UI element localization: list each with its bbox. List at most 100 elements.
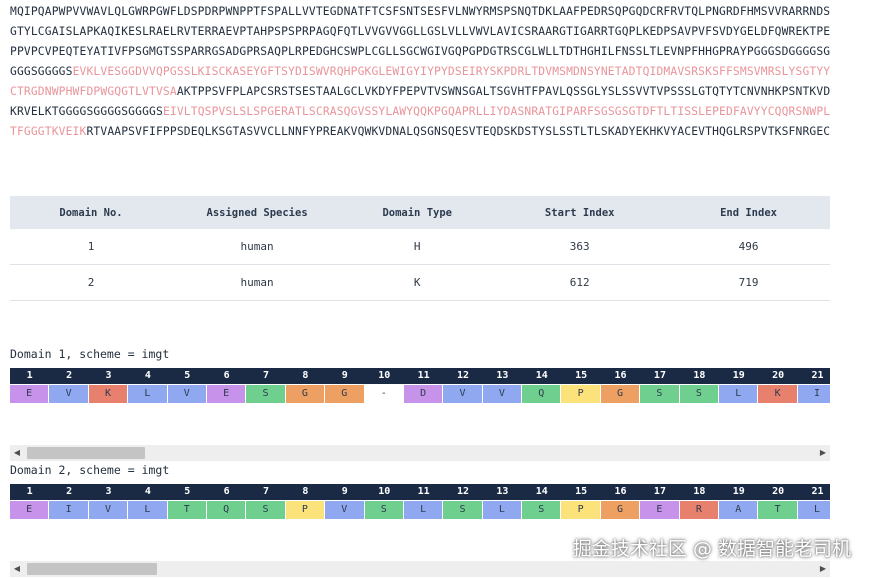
scroll-left-arrow-icon[interactable]: ◀ [10, 445, 24, 461]
position-number: 2 [66, 370, 73, 381]
cell-end-index: 719 [667, 264, 830, 301]
residue-cell: V [167, 385, 206, 403]
residue-cell: K [88, 385, 128, 403]
position-number: 12 [456, 370, 470, 381]
scroll-right-arrow-icon[interactable]: ▶ [816, 561, 830, 577]
residue-cell: E [10, 501, 49, 519]
residue-cell: A [719, 501, 758, 519]
residue-cell: L [128, 501, 167, 519]
residue-cell: V [482, 385, 522, 403]
header-domain-no: Domain No. [59, 206, 123, 219]
position-number: 11 [417, 370, 430, 381]
residue-cell: S [679, 385, 719, 403]
position-number: 19 [732, 486, 745, 497]
position-number: 21 [811, 370, 824, 381]
watermark: 掘金技术社区 @ 数据智能老司机 [572, 538, 851, 560]
position-number: 5 [184, 486, 191, 497]
position-number: 8 [302, 370, 309, 381]
position-number: 8 [302, 486, 309, 497]
residue-cell: G [600, 501, 640, 519]
residue-cell: V [443, 385, 482, 403]
residue-cell: L [403, 501, 443, 519]
position-number: 9 [341, 486, 348, 497]
header-domain-type: Domain Type [382, 206, 452, 219]
residue-cell: L [128, 385, 167, 403]
domain-1-label: Domain 1, scheme = imgt [10, 347, 170, 361]
position-number: 4 [144, 370, 151, 381]
cell-domain-type: H [342, 229, 493, 265]
cell-domain-no: 1 [10, 229, 173, 265]
sequence-plain-3: RTVAAPSVFIFPPSDEQLKSGTASVVCLLNNFYPREAKVQ… [86, 125, 831, 138]
position-number: 11 [417, 486, 430, 497]
residue-cell: S [246, 501, 285, 519]
residue-cell: R [679, 501, 719, 519]
residue-cell: V [325, 501, 364, 519]
cell-domain-no: 2 [10, 264, 173, 301]
residue-cell: L [719, 385, 758, 403]
header-start-index: Start Index [544, 206, 615, 219]
residue-cell: I [49, 501, 88, 519]
residue-cell: S [640, 385, 679, 403]
position-number: 13 [496, 370, 509, 381]
position-number: 16 [614, 370, 627, 381]
cell-start-index: 363 [492, 229, 668, 265]
scroll-right-arrow-icon[interactable]: ▶ [816, 445, 830, 461]
domain-2-alignment-strip[interactable]: 1 2 3 4 5 6 7 8 9 10 11 12 13 14 15 16 17 18 19 20 21 EIVLTQ… [10, 484, 830, 520]
position-number: 20 [772, 370, 785, 381]
cell-end-index: 496 [667, 229, 830, 265]
domain-1-scroll-thumb[interactable] [27, 447, 145, 459]
domain-table: Domain No. Assigned Species Domain Type … [10, 196, 830, 301]
domain-2-residue-row: EIVLTQSPVSLSLSPGERATL [10, 500, 830, 520]
residue-cell: P [561, 501, 600, 519]
residue-cell: K [758, 385, 797, 403]
position-number: 12 [456, 486, 470, 497]
header-assigned-species: Assigned Species [206, 206, 308, 219]
position-number: 2 [66, 486, 73, 497]
residue-cell: E [10, 385, 49, 403]
residue-cell: E [206, 385, 246, 403]
residue-cell: D [403, 385, 443, 403]
domain-1-scrollbar[interactable]: ◀ ▶ [10, 445, 830, 461]
residue-cell: G [600, 385, 640, 403]
domain-1-position-row: 1 2 3 4 5 6 7 8 9 10 11 12 13 14 15 16 17 18 19 20 21 [10, 368, 830, 384]
position-number: 15 [575, 370, 588, 381]
position-number: 19 [732, 370, 745, 381]
residue-cell: Q [206, 501, 246, 519]
position-number: 1 [26, 370, 33, 381]
position-number: 16 [614, 486, 627, 497]
domain-2-scrollbar[interactable]: ◀ ▶ [10, 561, 830, 577]
table-header-row: Domain No. Assigned Species Domain Type … [10, 196, 830, 229]
residue-cell: - [364, 385, 403, 403]
domain-2-position-row: 1 2 3 4 5 6 7 8 9 10 11 12 13 14 15 16 17 18 19 20 21 [10, 484, 830, 500]
position-number: 17 [653, 486, 666, 497]
domain-1-residue-row: EVKLVESGG-DVVQPGSSLKI [10, 384, 830, 404]
position-number: 1 [26, 486, 33, 497]
residue-cell: V [49, 385, 88, 403]
position-number: 21 [811, 486, 824, 497]
position-number: 20 [772, 486, 785, 497]
residue-cell: S [522, 501, 561, 519]
position-number: 14 [535, 370, 548, 381]
cell-domain-type: K [342, 264, 493, 301]
residue-cell: L [797, 501, 830, 519]
domain-2-scroll-thumb[interactable] [27, 563, 157, 575]
residue-cell: E [640, 501, 679, 519]
position-number: 15 [575, 486, 588, 497]
cell-species: human [172, 264, 343, 301]
position-number: 18 [693, 370, 706, 381]
residue-cell: S [443, 501, 482, 519]
scroll-left-arrow-icon[interactable]: ◀ [10, 561, 24, 577]
position-number: 3 [105, 486, 112, 497]
cell-start-index: 612 [492, 264, 668, 301]
residue-cell: I [797, 385, 830, 403]
position-number: 10 [378, 370, 391, 381]
position-number: 5 [184, 370, 191, 381]
position-number: 6 [223, 486, 230, 497]
position-number: 3 [105, 370, 112, 381]
residue-cell: T [167, 501, 206, 519]
position-number: 14 [535, 486, 548, 497]
residue-cell: G [285, 385, 325, 403]
position-number: 18 [693, 486, 706, 497]
domain-1-alignment-strip[interactable]: 1 2 3 4 5 6 7 8 9 10 11 12 13 14 15 16 17 18 19 20 21 EVKLVE… [10, 368, 830, 404]
position-number: 17 [653, 370, 666, 381]
